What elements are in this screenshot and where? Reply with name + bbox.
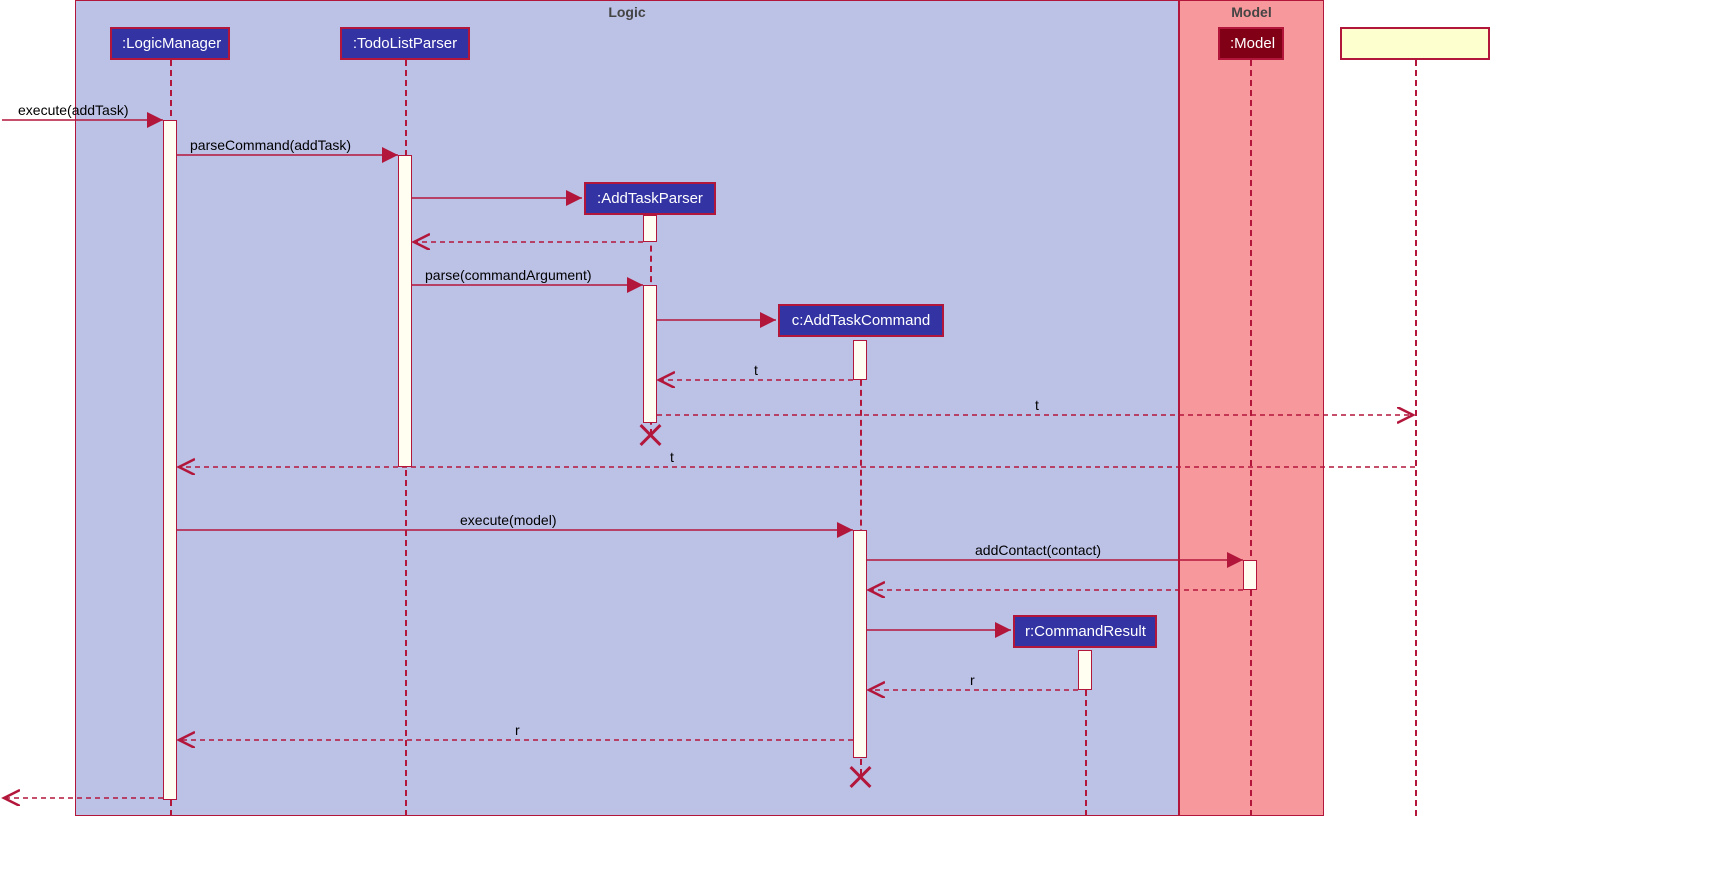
participant-model: :Model <box>1218 27 1284 60</box>
msg-execute-model: execute(model) <box>460 512 557 528</box>
participant-label: :LogicManager <box>122 35 221 52</box>
participant-label: :Model <box>1230 35 1275 52</box>
activation-model <box>1243 560 1257 590</box>
lifeline-model <box>1250 60 1252 816</box>
msg-return-t2: t <box>1035 397 1039 413</box>
lifeline-contactlistparser <box>1415 60 1417 816</box>
msg-addcontact: addContact(contact) <box>975 542 1101 558</box>
msg-return-t3: t <box>670 449 674 465</box>
participant-commandresult: r:CommandResult <box>1013 615 1157 648</box>
msg-execute-addtask: execute(addTask) <box>18 102 129 118</box>
participant-addtaskcommand: c:AddTaskCommand <box>778 304 944 337</box>
msg-return-t1: t <box>754 362 758 378</box>
destroy-icon <box>848 765 872 789</box>
participant-label: :AddTaskParser <box>597 190 703 207</box>
msg-parse-arg: parse(commandArgument) <box>425 267 592 283</box>
activation-commandresult <box>1078 650 1092 690</box>
participant-logicmanager: :LogicManager <box>110 27 230 60</box>
participant-label: :TodoListParser <box>353 35 457 52</box>
logic-title: Logic <box>608 4 645 20</box>
activation-logicmanager <box>163 120 177 800</box>
participant-contactlistparser: :ContactListParser <box>1340 27 1490 60</box>
participant-label: c:AddTaskCommand <box>792 312 930 329</box>
participant-todolistparser: :TodoListParser <box>340 27 470 60</box>
activation-addtaskparser-2 <box>643 285 657 423</box>
activation-addtaskcommand-1 <box>853 340 867 380</box>
sequence-diagram: Logic Model :LogicManager :TodoListParse… <box>0 0 1520 820</box>
model-title: Model <box>1231 4 1271 20</box>
activation-addtaskparser-1 <box>643 215 657 242</box>
participant-label: :ContactListParser <box>1353 35 1476 52</box>
logic-frame: Logic <box>75 0 1179 816</box>
participant-addtaskparser: :AddTaskParser <box>584 182 716 215</box>
msg-return-r1: r <box>970 672 975 688</box>
msg-return-r2: r <box>515 722 520 738</box>
msg-parsecommand: parseCommand(addTask) <box>190 137 351 153</box>
destroy-icon <box>638 423 662 447</box>
participant-label: r:CommandResult <box>1025 623 1146 640</box>
activation-todolistparser <box>398 155 412 467</box>
activation-addtaskcommand-2 <box>853 530 867 758</box>
